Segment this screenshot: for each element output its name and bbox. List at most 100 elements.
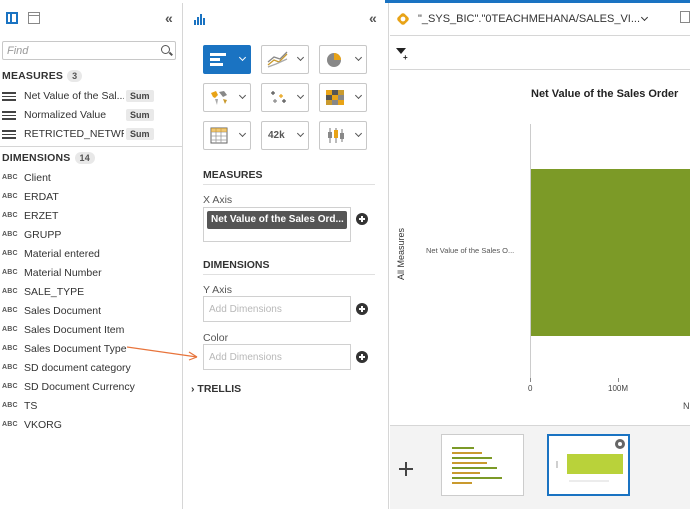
chart-builder-icon (194, 14, 206, 25)
chevron-down-icon (296, 91, 305, 100)
text-type-icon: ABC (2, 326, 18, 333)
measure-label: Net Value of the Sal... (24, 90, 124, 102)
data-panel: « MEASURES3 Net Value of the Sal... Sum … (0, 3, 183, 509)
dimension-label: SALE_TYPE (24, 286, 85, 298)
add-filter-icon[interactable] (396, 48, 408, 62)
section-divider (203, 274, 375, 275)
geo-map-icon (211, 91, 227, 105)
x-tick-label: 100M (608, 384, 629, 393)
chevron-down-icon (238, 53, 247, 62)
y-axis-dropzone[interactable]: Add Dimensions (203, 296, 351, 322)
dimension-item[interactable]: ABC Client (0, 169, 182, 188)
numeric-point-type-button[interactable]: 42k (261, 121, 309, 150)
collapse-middle-panel-icon[interactable]: « (369, 10, 377, 26)
measures-count: 3 (67, 70, 83, 82)
dimension-label: SD document category (24, 362, 131, 374)
dimension-item[interactable]: ABC Material Number (0, 264, 182, 283)
color-placeholder: Add Dimensions (209, 352, 282, 363)
chart-builder-panel: « 42k MEASURES X Axis Net Value of the S… (184, 3, 389, 509)
text-type-icon: ABC (2, 402, 18, 409)
numeric-point-icon: 42k (268, 130, 285, 141)
dimension-item[interactable]: ABC SD Document Currency (0, 378, 182, 397)
search-icon[interactable] (161, 45, 170, 54)
find-input[interactable] (2, 41, 176, 60)
trellis-toggle[interactable]: › TRELLIS (191, 383, 241, 395)
text-type-icon: ABC (2, 421, 18, 428)
bar-chart-icon (210, 53, 226, 66)
aggregation-badge[interactable]: Sum (126, 90, 154, 102)
x-axis-measure-chip[interactable]: Net Value of the Sales Ord... (207, 211, 347, 229)
dimension-item[interactable]: ABC Sales Document Item (0, 321, 182, 340)
collapse-left-panel-icon[interactable]: « (165, 10, 173, 26)
dimension-label: Sales Document Item (24, 324, 125, 336)
add-page-icon[interactable] (399, 462, 413, 476)
text-type-icon: ABC (2, 193, 18, 200)
bar-chart-type-button[interactable] (203, 45, 251, 74)
dimension-label: GRUPP (24, 229, 62, 241)
text-type-icon: ABC (2, 364, 18, 371)
page-thumbnail-strip (390, 425, 690, 509)
chart-title: Net Value of the Sales Order (531, 88, 679, 100)
dimension-label: Sales Document Type (24, 343, 127, 355)
chart-area[interactable]: Net Value of the Sales Order All Measure… (390, 69, 690, 425)
dimension-label: TS (24, 400, 38, 412)
x-axis-title: N (683, 401, 690, 411)
measures-section-title: MEASURES (203, 169, 263, 181)
dimension-item[interactable]: ABC TS (0, 397, 182, 416)
trellis-label: TRELLIS (197, 383, 242, 395)
dimension-item[interactable]: ABC VKORG (0, 416, 182, 435)
dimension-item[interactable]: ABC ERDAT (0, 188, 182, 207)
y-category-label: Net Value of the Sales O... (426, 246, 515, 255)
add-y-dimension-icon[interactable] (356, 303, 368, 315)
measure-item[interactable]: Normalized Value Sum (0, 106, 182, 125)
chevron-down-icon (354, 91, 363, 100)
table-chart-type-button[interactable] (203, 121, 251, 150)
dimension-item[interactable]: ABC ERZET (0, 207, 182, 226)
pie-chart-type-button[interactable] (319, 45, 367, 74)
geo-chart-type-button[interactable] (203, 83, 251, 112)
add-color-dimension-icon[interactable] (356, 351, 368, 363)
dimensions-header: DIMENSIONS 14 (2, 152, 95, 164)
data-source-name[interactable]: "_SYS_BIC"."0TEACHMEHANA/SALES_VI... (418, 13, 640, 25)
data-source-icon (396, 12, 410, 26)
chevron-down-icon[interactable] (640, 13, 649, 22)
dimension-label: Client (24, 172, 51, 184)
panel-layout-icon[interactable] (6, 12, 18, 24)
dimensions-title: DIMENSIONS (2, 152, 71, 164)
aggregation-badge[interactable]: Sum (126, 109, 154, 121)
line-chart-type-button[interactable] (261, 45, 309, 74)
scatter-chart-icon (271, 91, 286, 103)
dimension-item[interactable]: ABC Sales Document (0, 302, 182, 321)
more-options-icon[interactable] (680, 11, 690, 23)
page-thumbnail[interactable] (441, 434, 524, 496)
heatmap-chart-type-button[interactable] (319, 83, 367, 112)
text-type-icon: ABC (2, 288, 18, 295)
x-axis-dropzone[interactable]: Net Value of the Sales Ord... (203, 207, 351, 242)
color-dropzone[interactable]: Add Dimensions (203, 344, 351, 370)
measure-item[interactable]: Net Value of the Sal... Sum (0, 87, 182, 106)
dimension-label: Sales Document (24, 305, 102, 317)
gear-icon[interactable] (615, 439, 625, 449)
add-measure-icon[interactable] (356, 213, 368, 225)
thumbnail-preview (452, 447, 502, 484)
aggregation-badge[interactable]: Sum (126, 128, 154, 140)
text-type-icon: ABC (2, 307, 18, 314)
measure-icon (2, 92, 16, 101)
text-type-icon: ABC (2, 269, 18, 276)
text-type-icon: ABC (2, 174, 18, 181)
dimension-item[interactable]: ABC GRUPP (0, 226, 182, 245)
boxplot-chart-type-button[interactable] (319, 121, 367, 150)
dimension-label: Material Number (24, 267, 102, 279)
page-thumbnail-active[interactable] (547, 434, 630, 496)
measures-title: MEASURES (2, 70, 64, 82)
text-type-icon: ABC (2, 212, 18, 219)
chevron-down-icon (238, 91, 247, 100)
dimension-item[interactable]: ABC Material entered (0, 245, 182, 264)
dimension-item[interactable]: ABC SALE_TYPE (0, 283, 182, 302)
chart-bar[interactable] (531, 169, 690, 336)
scatter-chart-type-button[interactable] (261, 83, 309, 112)
chevron-down-icon (296, 129, 305, 138)
measure-item[interactable]: RETRICTED_NETWR Sum (0, 125, 182, 144)
chevron-down-icon (354, 53, 363, 62)
panel-grid-icon[interactable] (28, 12, 40, 24)
